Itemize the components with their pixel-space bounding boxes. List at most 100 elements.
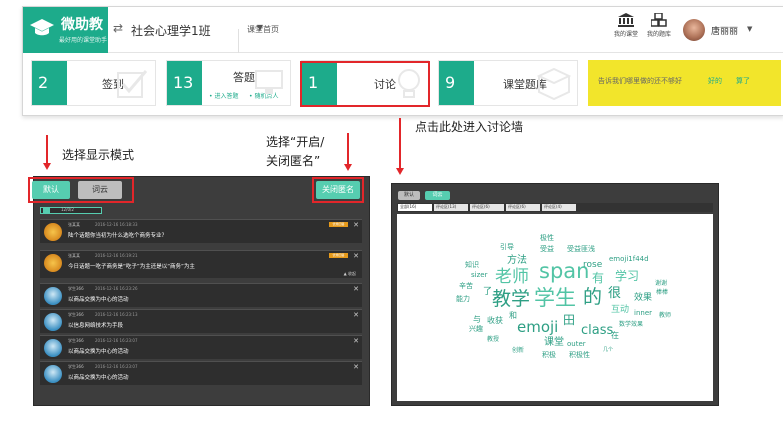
close-icon[interactable]: ✕ xyxy=(353,252,359,260)
cloud-word: 与 xyxy=(473,315,481,324)
bank-icon xyxy=(618,13,634,27)
cubes-icon xyxy=(651,13,667,27)
card-label: 答题 xyxy=(233,71,255,84)
user-name[interactable]: 唐丽丽 xyxy=(711,24,738,37)
breadcrumb[interactable]: 课堂首页 xyxy=(247,24,279,35)
tab-all[interactable]: 全部(16) xyxy=(398,204,432,211)
tab-bar: 全部(16) 评论区(13) 评论区(6) 评论区(6) 评论区(4) xyxy=(397,203,713,212)
list-item[interactable]: 张某某 2016-12-16 16:18:33 陆个话题你当初为什么选吃个商务专… xyxy=(40,219,362,243)
default-mode-button[interactable]: 默认 xyxy=(398,191,420,200)
annotation-anon-line2: 关闭匿名” xyxy=(266,154,321,168)
anonymous-toggle-button[interactable]: 关闭匿名 xyxy=(316,181,360,199)
arrow-head xyxy=(396,168,404,175)
class-name: 社会心理学1班 xyxy=(131,24,211,38)
author-name: 学生366 xyxy=(68,338,84,343)
cloud-word: 棒棒 xyxy=(656,289,669,296)
close-icon[interactable]: ✕ xyxy=(353,221,359,229)
cloud-word: 教授 xyxy=(487,336,500,343)
class-selector[interactable]: ⇄ 社会心理学1班 ▼ xyxy=(113,17,263,43)
timestamp: 2016-12-16 16:19:21 xyxy=(95,253,138,258)
tab-label: 评论区(6) xyxy=(472,204,490,209)
close-icon[interactable]: ✕ xyxy=(353,363,359,371)
close-icon[interactable]: ✕ xyxy=(353,337,359,345)
timestamp: 2016-12-16 16:18:33 xyxy=(95,222,138,227)
author-name: 学生366 xyxy=(68,286,84,291)
list-item[interactable]: 张某某 2016-12-16 16:19:21 今日话题一吃子商务是“吃子”为主… xyxy=(40,250,362,278)
cloud-word: 数学效果 xyxy=(619,321,644,328)
student-avatar-icon xyxy=(44,287,62,305)
avatar[interactable] xyxy=(683,19,705,41)
cloud-word: 积极性 xyxy=(569,351,590,359)
list-item[interactable]: 学生366 2016-12-16 16:23:07 以商品交换为中心的活动 ✕ xyxy=(40,361,362,385)
excellent-badge: 优秀回答 xyxy=(329,253,348,258)
arrow-line xyxy=(46,135,48,165)
list-item[interactable]: 学生366 2016-12-16 16:23:07 以商品交换为中心的活动 ✕ xyxy=(40,335,362,359)
timestamp: 2016-12-16 16:23:13 xyxy=(95,312,138,317)
arrow-line xyxy=(399,118,401,170)
cloud-word: 和 xyxy=(509,311,517,320)
app-logo[interactable]: 微助教 最好用的课堂助手 xyxy=(23,7,108,53)
cloud-word: 几个 xyxy=(603,347,614,353)
my-classes-label: 我的课堂 xyxy=(613,31,638,38)
annotation-enter-discussion: 点击此处进入讨论墙 xyxy=(415,120,524,134)
author-name: 张某某 xyxy=(68,222,80,227)
cloud-word: 在 xyxy=(611,331,619,340)
feedback-yes-link[interactable]: 好的 xyxy=(708,76,722,86)
cloud-word: 引导 xyxy=(500,243,514,251)
my-question-bank-button[interactable]: 我的题库 xyxy=(643,13,675,38)
caret-down-icon[interactable]: ▼ xyxy=(747,25,752,33)
cloud-word: class xyxy=(581,323,614,338)
card-number: 2 xyxy=(32,61,67,105)
word-cloud: span 学生 教学 的 老师 emoji class 学习 很 有 方法 ro… xyxy=(397,214,713,401)
list-item[interactable]: 学生366 2016-12-16 16:23:13 以信息网络技术为手段 ✕ xyxy=(40,309,362,333)
feedback-no-link[interactable]: 算了 xyxy=(736,76,750,86)
card-number: 9 xyxy=(439,61,474,105)
cloud-word: emoji xyxy=(517,318,559,336)
enter-quiz-link[interactable]: • 进入答题 xyxy=(209,91,238,100)
cloud-word: 很 xyxy=(608,286,622,301)
message-text: 陆个话题你当初为什么选吃个商务专业？ xyxy=(68,233,168,239)
wordcloud-mode-button[interactable]: 词云 xyxy=(78,181,122,199)
timestamp: 2016-12-16 16:23:26 xyxy=(95,286,138,291)
discussion-highlight xyxy=(300,61,430,107)
tab-comment[interactable]: 评论区(13) xyxy=(434,204,468,211)
tab-comment[interactable]: 评论区(6) xyxy=(470,204,504,211)
message-text: 今日话题一吃子商务是“吃子”为主还是以“商务”为主 xyxy=(68,264,195,270)
tab-label: 评论区(13) xyxy=(436,204,457,209)
cloud-word: 能力 xyxy=(456,295,470,303)
list-item[interactable]: 学生366 2016-12-16 16:23:26 以商品交换为中心的活动 ✕ xyxy=(40,283,362,307)
cloud-word: 效果 xyxy=(634,293,653,303)
cloud-word: 田 xyxy=(563,313,576,327)
lion-avatar-icon xyxy=(44,254,62,272)
card-quiz[interactable]: 13 答题 • 进入答题 • 随机点人 xyxy=(166,60,291,106)
my-classes-button[interactable]: 我的课堂 xyxy=(610,13,642,38)
card-question-bank[interactable]: 9 课堂题库 xyxy=(438,60,578,106)
cloud-word: span xyxy=(539,259,590,283)
cloud-word: 知识 xyxy=(465,261,479,269)
tab-comment[interactable]: 评论区(4) xyxy=(542,204,576,211)
card-checkin[interactable]: 2 签到 xyxy=(31,60,156,106)
close-icon[interactable]: ✕ xyxy=(353,285,359,293)
cloud-word: 方法 xyxy=(507,255,527,266)
cloud-word: 教师 xyxy=(659,312,672,319)
filter-bar[interactable]: 12/0/2 xyxy=(40,207,102,214)
message-text: 以商品交换为中心的活动 xyxy=(68,297,129,303)
cloud-word: emoji1f44d xyxy=(609,255,649,263)
wordcloud-mode-button[interactable]: 词云 xyxy=(425,191,450,200)
tab-comment[interactable]: 评论区(6) xyxy=(506,204,540,211)
default-mode-button[interactable]: 默认 xyxy=(32,181,70,199)
close-icon[interactable]: ✕ xyxy=(353,311,359,319)
filter-count: 12/0/2 xyxy=(61,207,74,212)
cloud-word: 受益 xyxy=(540,245,554,253)
cloud-word: outer xyxy=(567,340,586,348)
cloud-word: 学生 xyxy=(534,286,576,310)
cloud-word: 有 xyxy=(592,271,605,285)
cloud-word: 收获 xyxy=(487,316,503,325)
collapse-link[interactable]: ▲ 收起 xyxy=(344,271,356,277)
swap-icon: ⇄ xyxy=(113,21,124,35)
timestamp: 2016-12-16 16:23:07 xyxy=(95,364,138,369)
my-question-bank-label: 我的题库 xyxy=(646,31,671,38)
cloud-word: sizer xyxy=(471,271,488,279)
author-name: 学生366 xyxy=(68,364,84,369)
arrow-line xyxy=(347,133,349,166)
